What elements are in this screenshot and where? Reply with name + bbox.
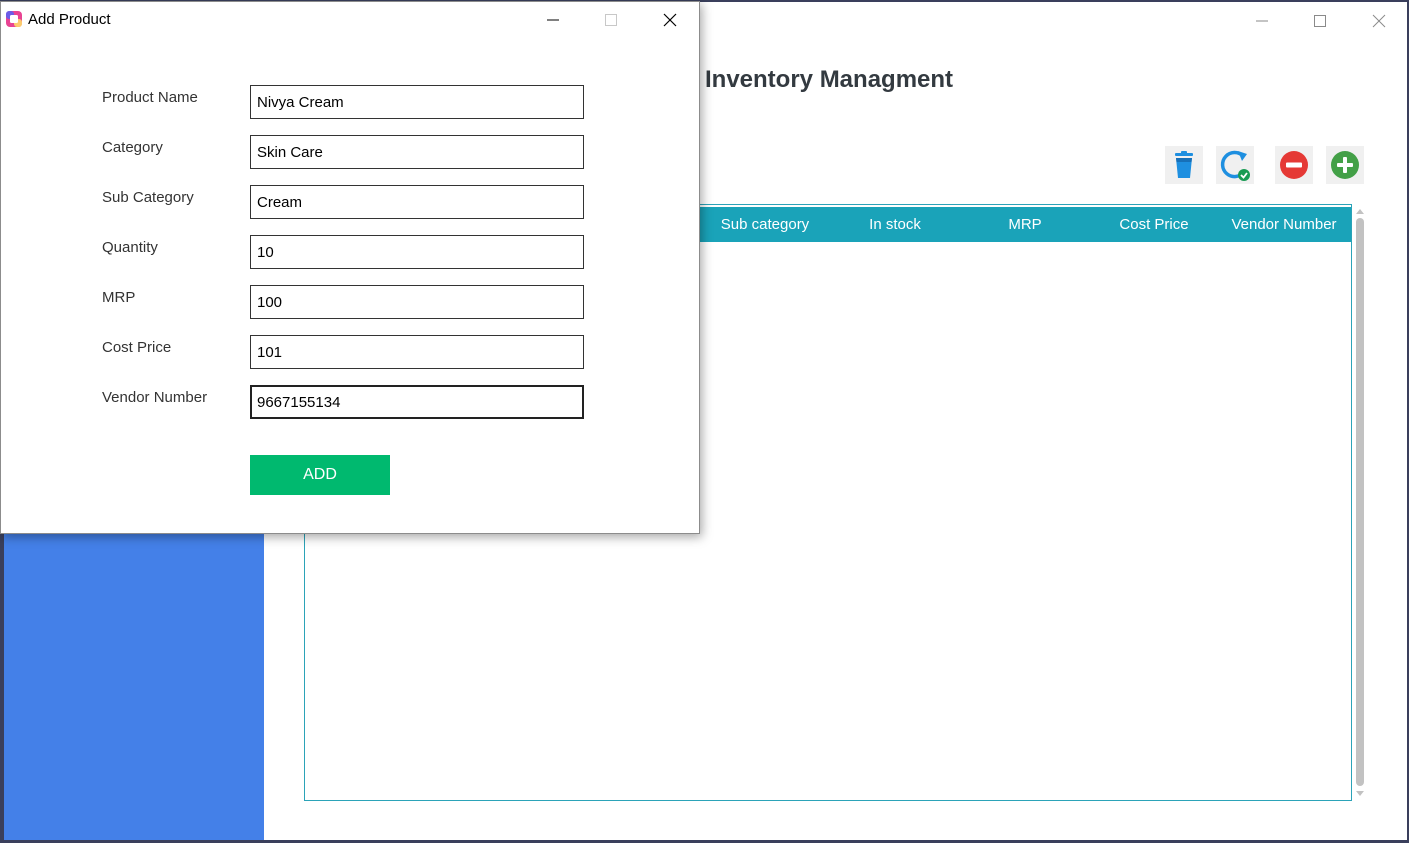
dialog-close-button[interactable] [653, 6, 687, 34]
main-maximize-button[interactable] [1305, 8, 1335, 34]
quantity-input[interactable] [250, 235, 584, 269]
mrp-input[interactable] [250, 285, 584, 319]
quantity-label: Quantity [102, 239, 158, 256]
main-close-button[interactable] [1364, 8, 1394, 34]
vendor-number-label: Vendor Number [102, 389, 208, 406]
close-icon [1372, 14, 1386, 28]
scroll-thumb[interactable] [1356, 218, 1364, 786]
add-button[interactable]: ADD [250, 455, 390, 495]
minimize-icon [1256, 20, 1268, 22]
dialog-title: Add Product [28, 11, 111, 28]
sub-category-label: Sub Category [102, 189, 194, 206]
column-header-sub-category[interactable]: Sub category [705, 207, 825, 242]
app-title: Inventory Managment [705, 66, 954, 93]
app-logo-icon [6, 11, 22, 27]
dialog-maximize-button[interactable] [594, 6, 628, 34]
add-button-toolbar[interactable] [1326, 146, 1364, 184]
delete-button[interactable] [1165, 146, 1203, 184]
product-name-input[interactable] [250, 85, 584, 119]
minimize-icon [547, 19, 559, 21]
grid-scrollbar[interactable] [1354, 204, 1366, 801]
cost-price-input[interactable] [250, 335, 584, 369]
scroll-down-icon[interactable] [1354, 789, 1366, 799]
maximize-icon [1314, 15, 1326, 27]
maximize-icon [605, 14, 617, 26]
scroll-up-icon[interactable] [1354, 206, 1366, 216]
vendor-number-input[interactable] [250, 385, 584, 419]
close-icon [663, 13, 677, 27]
main-titlebar [1207, 2, 1407, 40]
category-input[interactable] [250, 135, 584, 169]
plus-circle-icon [1331, 151, 1359, 179]
column-header-mrp[interactable]: MRP [965, 207, 1085, 242]
product-name-label: Product Name [102, 89, 198, 106]
add-product-dialog: Add Product Product Name Category Sub Ca… [0, 1, 700, 534]
remove-button[interactable] [1275, 146, 1313, 184]
cost-price-label: Cost Price [102, 339, 172, 356]
refresh-check-icon [1220, 150, 1250, 181]
main-minimize-button[interactable] [1247, 8, 1277, 34]
sub-category-input[interactable] [250, 185, 584, 219]
column-header-vendor-number[interactable]: Vendor Number [1219, 207, 1349, 242]
trash-icon [1175, 151, 1193, 178]
mrp-label: MRP [102, 289, 136, 306]
column-header-in-stock[interactable]: In stock [835, 207, 955, 242]
minus-circle-icon [1280, 151, 1308, 179]
refresh-button[interactable] [1216, 146, 1254, 184]
dialog-minimize-button[interactable] [536, 6, 570, 34]
column-header-cost-price[interactable]: Cost Price [1094, 207, 1214, 242]
category-label: Category [102, 139, 163, 156]
